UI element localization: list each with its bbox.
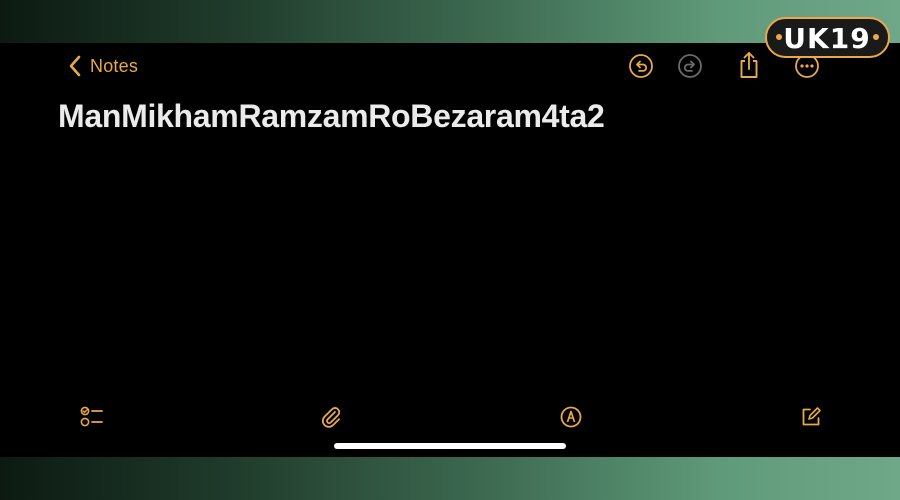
undo-button[interactable] <box>628 53 654 79</box>
checklist-button[interactable] <box>80 406 104 428</box>
note-title[interactable]: ManMikhamRamzamRoBezaram4ta2 <box>58 98 605 135</box>
uk19-watermark-logo: UK19 <box>764 16 891 59</box>
redo-icon <box>677 53 703 79</box>
checklist-icon <box>80 406 104 428</box>
attachment-button[interactable] <box>320 405 342 429</box>
share-button[interactable] <box>736 50 762 80</box>
home-indicator[interactable] <box>334 443 566 449</box>
compose-icon <box>799 405 823 429</box>
svg-text:UK19: UK19 <box>783 22 870 55</box>
markup-icon <box>559 405 583 429</box>
compose-button[interactable] <box>799 405 823 429</box>
redo-button[interactable] <box>677 53 703 79</box>
back-to-notes-button[interactable]: Notes <box>68 53 138 79</box>
undo-icon <box>628 53 654 79</box>
background-band-bottom <box>0 457 900 500</box>
back-label: Notes <box>90 55 139 76</box>
markup-button[interactable] <box>559 405 583 429</box>
attachment-icon <box>320 405 342 429</box>
share-icon <box>737 50 761 80</box>
chevron-left-icon <box>68 55 82 77</box>
